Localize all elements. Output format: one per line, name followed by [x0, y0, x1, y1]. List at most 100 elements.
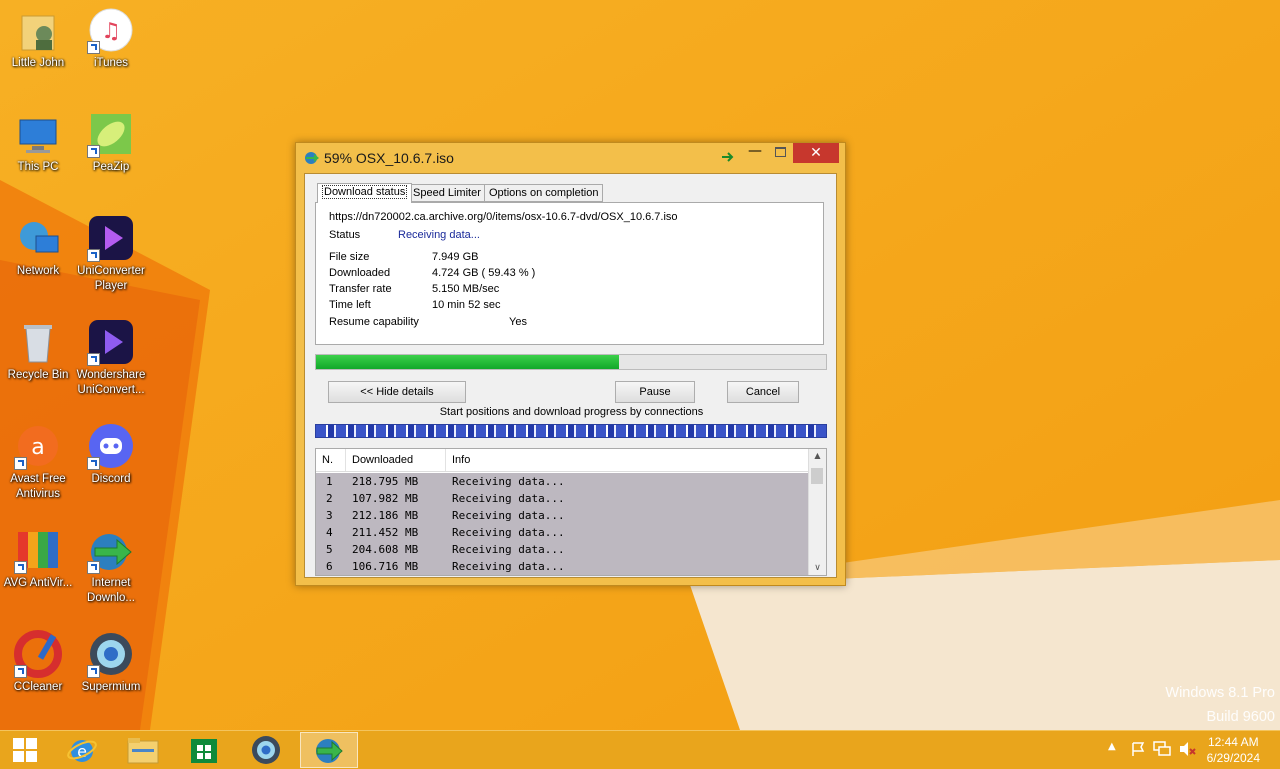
taskbar-supermium[interactable] — [238, 732, 294, 768]
volume-muted-icon[interactable] — [1178, 741, 1196, 757]
desktop-icon-label: Network — [16, 265, 60, 277]
desktop-icon-itunes[interactable]: ♫ iTunes — [73, 0, 149, 71]
connection-info: Receiving data... — [452, 560, 565, 573]
connection-number: 4 — [326, 526, 333, 539]
network-icon — [14, 214, 62, 262]
user-folder-icon — [14, 6, 62, 54]
desktop-icon-label: iTunes — [93, 57, 129, 69]
peazip-icon — [87, 110, 135, 158]
shortcut-arrow-icon — [87, 145, 100, 158]
shortcut-arrow-icon — [14, 457, 27, 470]
desktop-icon-supermium[interactable]: Supermium — [73, 624, 149, 695]
desktop-icon-label: AVG AntiVir... — [3, 577, 73, 589]
desktop-icon-ccleaner[interactable]: CCleaner — [0, 624, 76, 695]
hide-details-button[interactable]: << Hide details — [328, 381, 466, 403]
connections-scrollbar[interactable]: ▲ ∨ — [808, 449, 826, 575]
desktop-icon-this-pc[interactable]: This PC — [0, 104, 76, 175]
connection-row[interactable]: 3 212.186 MB Receiving data... — [316, 507, 810, 524]
window-client-area: Download status Speed Limiter Options on… — [304, 173, 837, 578]
taskbar-internet-download-manager[interactable] — [300, 732, 358, 768]
desktop-icon-label: Recycle Bin — [7, 369, 69, 381]
status-value: Receiving data... — [398, 229, 480, 241]
connection-downloaded: 211.452 MB — [352, 526, 419, 539]
desktop-icon-network[interactable]: Network — [0, 208, 76, 279]
cancel-button[interactable]: Cancel — [727, 381, 799, 403]
connection-row[interactable]: 1 218.795 MB Receiving data... — [316, 473, 810, 490]
desktop-icon-label: Avast Free Antivirus — [10, 473, 66, 500]
tab-label: Speed Limiter — [413, 187, 481, 199]
downloaded-label: Downloaded — [329, 267, 391, 279]
idm-app-icon — [305, 152, 319, 164]
download-info-panel: https://dn720002.ca.archive.org/0/items/… — [315, 202, 824, 345]
desktop-icon-recycle-bin[interactable]: Recycle Bin — [0, 312, 76, 383]
maximize-button[interactable] — [768, 143, 792, 163]
windows-build-watermark: Build 9600 — [1206, 709, 1275, 725]
download-progress-window[interactable]: 59% OSX_10.6.7.iso — ✕ Download status S… — [295, 142, 846, 586]
shortcut-arrow-icon — [87, 41, 100, 54]
taskbar-internet-explorer[interactable]: e — [54, 732, 110, 768]
connection-row[interactable]: 6 106.716 MB Receiving data... — [316, 558, 810, 575]
shortcut-arrow-icon — [87, 353, 100, 366]
connections-list[interactable]: N. Downloaded Info 1 218.795 MB Receivin… — [315, 448, 827, 576]
desktop-icon-label: Little John — [11, 57, 65, 69]
connection-downloaded: 218.795 MB — [352, 475, 419, 488]
system-clock[interactable]: 12:44 AM 6/29/2024 — [1207, 734, 1260, 766]
desktop-icon-label: This PC — [17, 161, 59, 173]
connection-number: 2 — [326, 492, 333, 505]
connection-downloaded: 204.608 MB — [352, 543, 419, 556]
desktop-icon-peazip[interactable]: PeaZip — [73, 104, 149, 175]
file-size-value: 7.949 GB — [432, 251, 479, 263]
connection-row[interactable]: 4 211.452 MB Receiving data... — [316, 524, 810, 541]
shortcut-arrow-icon — [14, 561, 27, 574]
desktop-icon-uniconverter-player[interactable]: UniConverter Player — [73, 208, 149, 294]
time-left-label: Time left — [329, 299, 371, 311]
desktop-icon-internet-download-manager[interactable]: Internet Downlo... — [73, 520, 149, 606]
connection-info: Receiving data... — [452, 509, 565, 522]
taskbar-store[interactable] — [176, 732, 232, 768]
connection-number: 5 — [326, 543, 333, 556]
tab-download-status[interactable]: Download status — [317, 183, 413, 203]
desktop-icon-avg[interactable]: AVG AntiVir... — [0, 520, 76, 591]
action-center-flag-icon[interactable] — [1130, 741, 1146, 757]
always-on-top-icon[interactable] — [721, 151, 737, 163]
transfer-rate-label: Transfer rate — [329, 283, 392, 295]
svg-text:♫: ♫ — [101, 19, 121, 44]
column-header-number[interactable]: N. — [316, 449, 346, 471]
column-header-downloaded[interactable]: Downloaded — [346, 449, 446, 471]
minimize-button[interactable]: — — [742, 143, 768, 163]
close-icon: ✕ — [810, 145, 822, 161]
scroll-up-icon[interactable]: ▲ — [809, 451, 826, 460]
window-titlebar[interactable]: 59% OSX_10.6.7.iso — ✕ — [296, 143, 845, 173]
discord-icon — [87, 422, 135, 470]
close-button[interactable]: ✕ — [793, 143, 839, 163]
connection-row[interactable]: 5 204.608 MB Receiving data... — [316, 541, 810, 558]
supermium-icon — [252, 736, 280, 764]
taskbar-file-explorer[interactable] — [115, 732, 171, 768]
desktop-icon-avast[interactable]: a Avast Free Antivirus — [0, 416, 76, 502]
tab-label: Options on completion — [489, 187, 599, 199]
scroll-down-icon[interactable]: ∨ — [809, 563, 826, 573]
tab-speed-limiter[interactable]: Speed Limiter — [408, 184, 486, 202]
shortcut-arrow-icon — [87, 457, 100, 470]
supermium-icon — [87, 630, 135, 678]
pause-button[interactable]: Pause — [615, 381, 695, 403]
show-hidden-icons-icon[interactable]: ▲ — [1108, 741, 1116, 752]
desktop-icon-wondershare-uniconverter[interactable]: Wondershare UniConvert... — [73, 312, 149, 398]
connection-info: Receiving data... — [452, 475, 565, 488]
connection-row[interactable]: 2 107.982 MB Receiving data... — [316, 490, 810, 507]
desktop-icon-little-john[interactable]: Little John — [0, 0, 76, 71]
desktop-icon-label: UniConverter Player — [77, 265, 145, 292]
start-button[interactable] — [0, 732, 50, 768]
desktop-icon-label: PeaZip — [92, 161, 130, 173]
network-status-icon[interactable] — [1153, 741, 1171, 757]
connection-info: Receiving data... — [452, 526, 565, 539]
download-progress-bar — [315, 354, 827, 370]
column-header-info[interactable]: Info — [446, 449, 810, 471]
status-label: Status — [329, 229, 361, 241]
desktop-icon-discord[interactable]: Discord — [73, 416, 149, 487]
resume-capability-value: Yes — [509, 316, 527, 328]
tab-options-on-completion[interactable]: Options on completion — [484, 184, 604, 202]
scrollbar-thumb[interactable] — [811, 468, 823, 484]
windows-edition-watermark: Windows 8.1 Pro — [1165, 685, 1275, 701]
download-progress-fill — [316, 355, 620, 369]
